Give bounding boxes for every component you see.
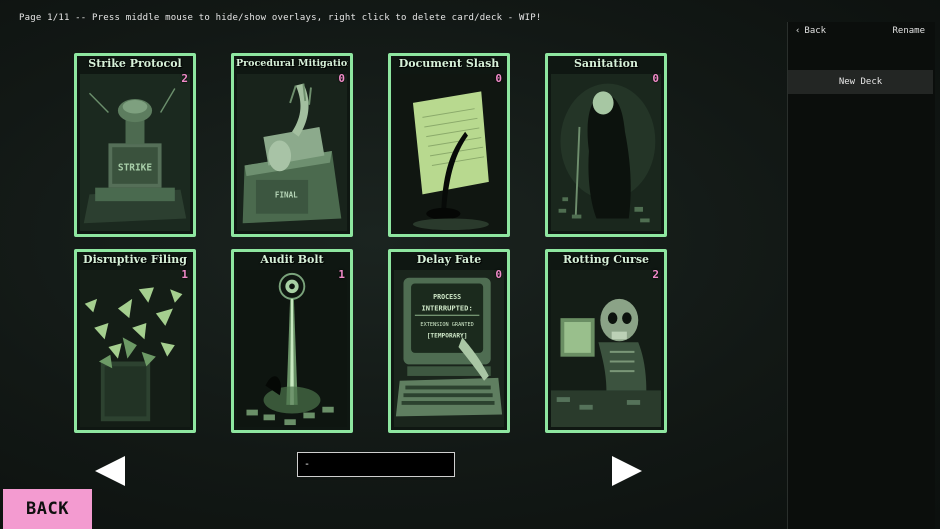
- card-count: 0: [652, 72, 659, 85]
- card-count: 0: [495, 72, 502, 85]
- deck-side-panel: ‹ Back Rename New Deck: [787, 22, 935, 529]
- rename-button[interactable]: Rename: [892, 26, 925, 36]
- card-procedural-mitigation[interactable]: FINAL Procedural Mitigation 0: [231, 53, 353, 237]
- card-art-file-box-hand: FINAL: [237, 74, 347, 231]
- back-button[interactable]: BACK: [3, 489, 92, 529]
- side-panel-header: ‹ Back Rename: [788, 22, 935, 42]
- card-title: Rotting Curse: [562, 253, 650, 266]
- card-count: 0: [495, 268, 502, 281]
- card-delay-fate[interactable]: PROCESS INTERRUPTED: EXTENSION GRANTED […: [388, 249, 510, 433]
- side-back-button[interactable]: ‹ Back: [795, 26, 826, 36]
- chevron-left-icon: ‹: [795, 26, 801, 36]
- card-sanitation[interactable]: Sanitation 0: [545, 53, 667, 237]
- prev-page-arrow-icon[interactable]: [95, 456, 125, 486]
- crt-line-1: PROCESS: [433, 293, 461, 301]
- next-page-arrow-icon[interactable]: [612, 456, 642, 486]
- card-count: 1: [181, 268, 188, 281]
- card-art-light-bolt: [237, 270, 347, 427]
- card-title: Procedural Mitigation: [236, 58, 348, 69]
- crt-line-3: EXTENSION GRANTED: [420, 322, 473, 328]
- card-title: Delay Fate: [416, 253, 482, 266]
- card-title: Document Slash: [398, 57, 500, 70]
- card-count: 1: [338, 268, 345, 281]
- card-audit-bolt[interactable]: Audit Bolt 1: [231, 249, 353, 433]
- crt-line-2: INTERRUPTED:: [421, 303, 472, 312]
- deck-builder-screen: Page 1/11 -- Press middle mouse to hide/…: [0, 0, 940, 529]
- card-art-skeleton-at-desk: [551, 270, 661, 427]
- stamp-text: STRIKE: [118, 162, 152, 173]
- card-title: Disruptive Filing: [83, 253, 187, 266]
- card-art-exploding-papers: [80, 270, 190, 427]
- card-title: Strike Protocol: [88, 57, 182, 70]
- card-title: Audit Bolt: [260, 253, 324, 266]
- card-art-crt-computer: PROCESS INTERRUPTED: EXTENSION GRANTED […: [394, 270, 504, 427]
- card-disruptive-filing[interactable]: Disruptive Filing 1: [74, 249, 196, 433]
- card-art-slashed-document: [394, 74, 504, 231]
- card-document-slash[interactable]: Document Slash 0: [388, 53, 510, 237]
- card-count: 2: [652, 268, 659, 281]
- card-art-rubber-stamp: STRIKE: [80, 74, 190, 231]
- deck-list-item[interactable]: New Deck: [788, 70, 933, 94]
- card-count: 2: [181, 72, 188, 85]
- page-info-text: Page 1/11 -- Press middle mouse to hide/…: [19, 13, 542, 23]
- card-art-cloaked-figure: [551, 74, 661, 231]
- card-rotting-curse[interactable]: Rotting Curse 2: [545, 249, 667, 433]
- deck-name-input[interactable]: [297, 452, 455, 477]
- crt-line-4: [TEMPORARY]: [427, 332, 468, 339]
- card-grid: STRIKE Strike Protocol 2 FINAL Procedura…: [74, 53, 672, 439]
- card-count: 0: [338, 72, 345, 85]
- box-text: FINAL: [275, 190, 298, 199]
- card-title: Sanitation: [573, 57, 639, 70]
- side-back-label: Back: [804, 26, 827, 36]
- card-strike-protocol[interactable]: STRIKE Strike Protocol 2: [74, 53, 196, 237]
